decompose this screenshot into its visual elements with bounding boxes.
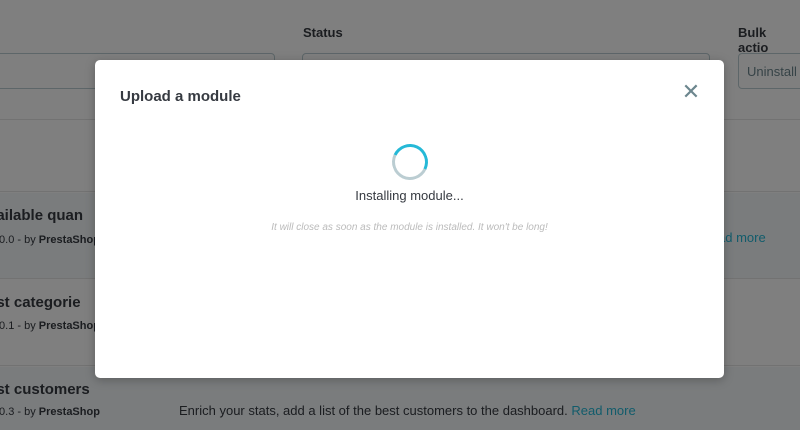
installing-status-text: Installing module...: [355, 188, 464, 203]
modal-title: Upload a module: [120, 88, 241, 105]
loading-spinner-icon: [386, 138, 434, 186]
upload-module-modal: Upload a module ✕ Installing module... I…: [95, 60, 724, 378]
close-icon[interactable]: ✕: [680, 80, 702, 104]
installing-hint-text: It will close as soon as the module is i…: [271, 222, 548, 233]
